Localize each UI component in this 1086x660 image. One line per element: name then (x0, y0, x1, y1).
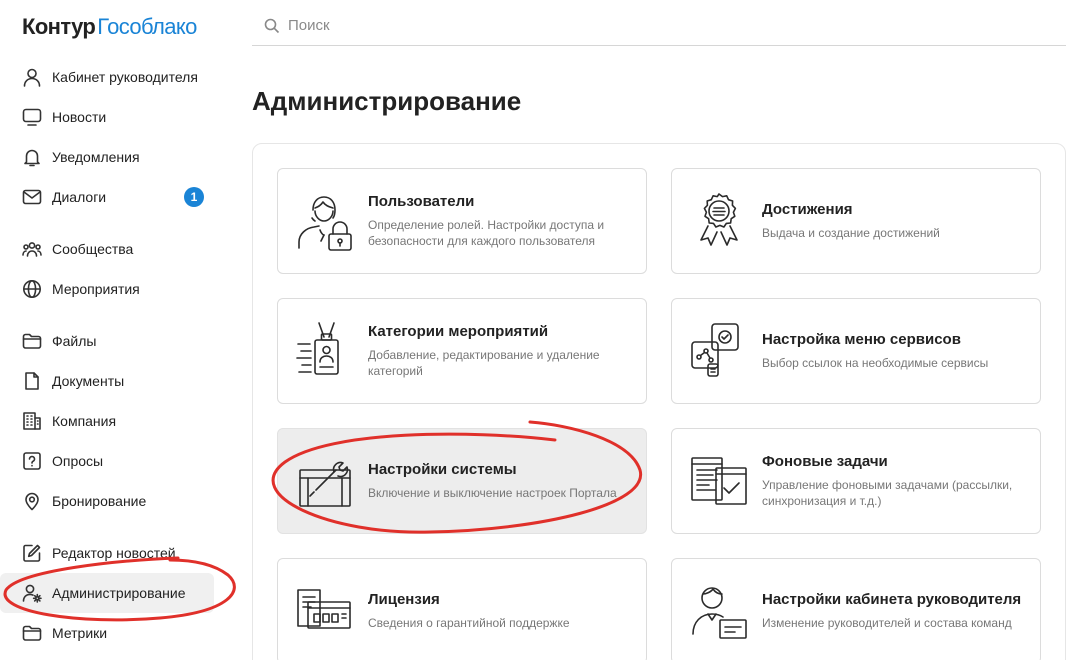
user-lock-icon (294, 190, 356, 252)
card-title: Настройка меню сервисов (762, 331, 961, 348)
sidebar: КонтурГособлако Кабинет руководителя Нов… (0, 0, 232, 660)
card-description: Управление фоновыми задачами (рассылки, … (762, 478, 1013, 508)
services-menu-icon (688, 320, 750, 382)
sidebar-item-polls[interactable]: Опросы (0, 441, 214, 481)
sidebar-item-booking[interactable]: Бронирование (0, 481, 214, 521)
card-text: Пользователи Определение ролей. Настройк… (368, 193, 630, 249)
globe-icon (22, 279, 42, 299)
card-description: Сведения о гарантийной поддержке (368, 616, 570, 630)
card-text: Достижения Выдача и создание достижений (762, 201, 1024, 241)
card-system-settings[interactable]: Настройки системы Включение и выключение… (277, 428, 647, 534)
sidebar-item-files[interactable]: Файлы (0, 321, 214, 361)
card-services-menu[interactable]: Настройка меню сервисов Выбор ссылок на … (671, 298, 1041, 404)
sidebar-item-notifications[interactable]: Уведомления (0, 137, 214, 177)
sidebar-item-label: Редактор новостей (52, 545, 176, 561)
logo-part-gosoblako: Гособлако (97, 14, 197, 39)
card-background-tasks[interactable]: Фоновые задачи Управление фоновыми задач… (671, 428, 1041, 534)
sidebar-item-communities[interactable]: Сообщества (0, 229, 214, 269)
card-title: Фоновые задачи (762, 453, 888, 470)
document-icon (22, 371, 42, 391)
sidebar-item-label: Администрирование (52, 585, 186, 601)
card-achievements[interactable]: Достижения Выдача и создание достижений (671, 168, 1041, 274)
sidebar-item-label: Метрики (52, 625, 108, 641)
search-icon (264, 18, 280, 33)
sidebar-item-administration[interactable]: Администрирование (0, 573, 214, 613)
card-description: Выбор ссылок на необходимые сервисы (762, 356, 989, 370)
monitor-icon (22, 107, 42, 127)
folder-icon (22, 331, 42, 351)
sidebar-item-metrics[interactable]: Метрики (0, 613, 214, 653)
sidebar-item-dialogs[interactable]: Диалоги 1 (0, 177, 214, 217)
sidebar-item-news[interactable]: Новости (0, 97, 214, 137)
card-description: Добавление, редактирование и удаление ка… (368, 348, 600, 378)
sidebar-item-news-editor[interactable]: Редактор новостей (0, 533, 214, 573)
card-title: Лицензия (368, 591, 440, 608)
award-badge-icon (688, 190, 750, 252)
location-pin-icon (22, 491, 42, 511)
pencil-icon (22, 543, 42, 563)
card-users[interactable]: Пользователи Определение ролей. Настройк… (277, 168, 647, 274)
manager-card-icon (688, 580, 750, 642)
sidebar-item-label: Мероприятия (52, 281, 140, 297)
toolbox-wrench-icon (294, 450, 356, 512)
card-title: Пользователи (368, 193, 475, 210)
license-docs-icon (294, 580, 356, 642)
card-description: Включение и выключение настроек Портала (368, 486, 617, 500)
sidebar-item-label: Компания (52, 413, 117, 429)
sidebar-item-label: Уведомления (52, 149, 140, 165)
background-tasks-icon (688, 450, 750, 512)
sidebar-item-manager-cabinet[interactable]: Кабинет руководителя (0, 57, 214, 97)
sidebar-item-label: Файлы (52, 333, 97, 349)
sidebar-item-documents[interactable]: Документы (0, 361, 214, 401)
user-gear-icon (22, 583, 42, 603)
sidebar-item-events[interactable]: Мероприятия (0, 269, 214, 309)
sidebar-item-company[interactable]: Компания (0, 401, 214, 441)
logo[interactable]: КонтурГособлако (22, 14, 197, 40)
card-title: Настройки системы (368, 461, 517, 478)
sidebar-item-label: Опросы (52, 453, 104, 469)
card-title: Настройки кабинета руководителя (762, 591, 1022, 608)
card-description: Определение ролей. Настройки доступа и б… (368, 218, 605, 248)
card-text: Лицензия Сведения о гарантийной поддержк… (368, 591, 630, 631)
logo-part-kontur: Контур (22, 14, 96, 39)
card-description: Выдача и создание достижений (762, 226, 940, 240)
card-text: Настройка меню сервисов Выбор ссылок на … (762, 331, 1024, 371)
question-icon (22, 451, 42, 471)
card-text: Фоновые задачи Управление фоновыми задач… (762, 453, 1024, 509)
card-event-categories[interactable]: Категории мероприятий Добавление, редакт… (277, 298, 647, 404)
group-icon (22, 239, 42, 259)
card-text: Категории мероприятий Добавление, редакт… (368, 323, 630, 379)
sidebar-item-label: Кабинет руководителя (52, 69, 198, 85)
badge-lanyard-icon (294, 320, 356, 382)
unread-badge: 1 (184, 187, 204, 207)
sidebar-item-label: Сообщества (52, 241, 134, 257)
card-title: Категории мероприятий (368, 323, 549, 340)
card-text: Настройки системы Включение и выключение… (368, 461, 630, 501)
card-text: Настройки кабинета руководителя Изменени… (762, 591, 1024, 631)
sidebar-item-label: Документы (52, 373, 125, 389)
page-title: Администрирование (252, 86, 522, 116)
card-manager-cabinet-settings[interactable]: Настройки кабинета руководителя Изменени… (671, 558, 1041, 660)
mail-icon (22, 187, 42, 207)
sidebar-item-label: Диалоги (52, 189, 107, 205)
bell-icon (22, 147, 42, 167)
search-input[interactable] (288, 17, 988, 34)
card-license[interactable]: Лицензия Сведения о гарантийной поддержк… (277, 558, 647, 660)
card-description: Изменение руководителей и состава команд (762, 616, 1012, 630)
building-icon (22, 411, 42, 431)
card-title: Достижения (762, 201, 853, 218)
sidebar-item-label: Новости (52, 109, 107, 125)
folder-chart-icon (22, 623, 42, 643)
search-bar[interactable] (252, 6, 1066, 46)
sidebar-item-label: Бронирование (52, 493, 147, 509)
user-icon (22, 67, 42, 87)
